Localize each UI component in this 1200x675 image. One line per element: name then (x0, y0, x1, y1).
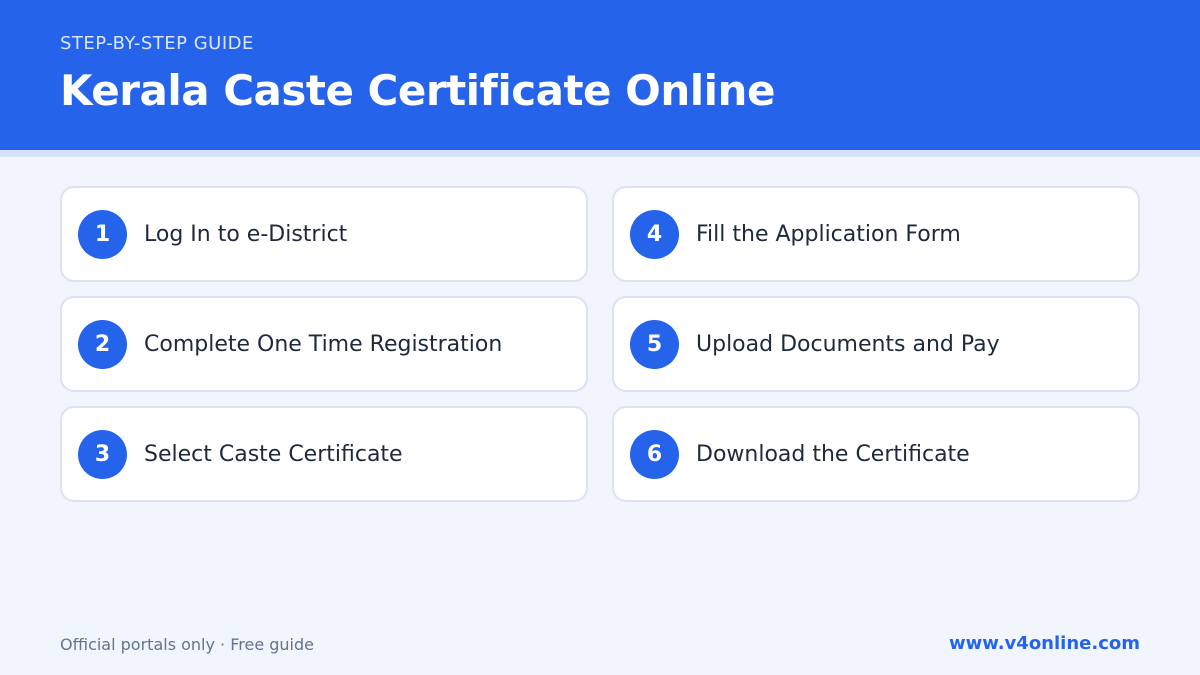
header-divider (0, 150, 1200, 157)
step-number-badge: 6 (630, 430, 679, 479)
step-label: Upload Documents and Pay (696, 331, 1000, 357)
step-card-5: 5 Upload Documents and Pay (612, 296, 1140, 392)
step-number-badge: 1 (78, 210, 127, 259)
step-label: Complete One Time Registration (144, 331, 503, 357)
step-number-badge: 2 (78, 320, 127, 369)
step-number-badge: 4 (630, 210, 679, 259)
step-label: Select Caste Certificate (144, 441, 403, 467)
step-card-3: 3 Select Caste Certificate (60, 406, 588, 502)
step-label: Fill the Application Form (696, 221, 961, 247)
footer-note: Official portals only · Free guide (60, 635, 314, 654)
step-label: Download the Certificate (696, 441, 970, 467)
step-card-2: 2 Complete One Time Registration (60, 296, 588, 392)
step-label: Log In to e-District (144, 221, 348, 247)
eyebrow-text: STEP-BY-STEP GUIDE (60, 33, 254, 54)
step-card-4: 4 Fill the Application Form (612, 186, 1140, 282)
step-number-badge: 5 (630, 320, 679, 369)
step-number-badge: 3 (78, 430, 127, 479)
website-link[interactable]: www.v4online.com (949, 633, 1140, 654)
page-title: Kerala Caste Certificate Online (60, 66, 775, 115)
step-card-1: 1 Log In to e-District (60, 186, 588, 282)
step-card-6: 6 Download the Certificate (612, 406, 1140, 502)
